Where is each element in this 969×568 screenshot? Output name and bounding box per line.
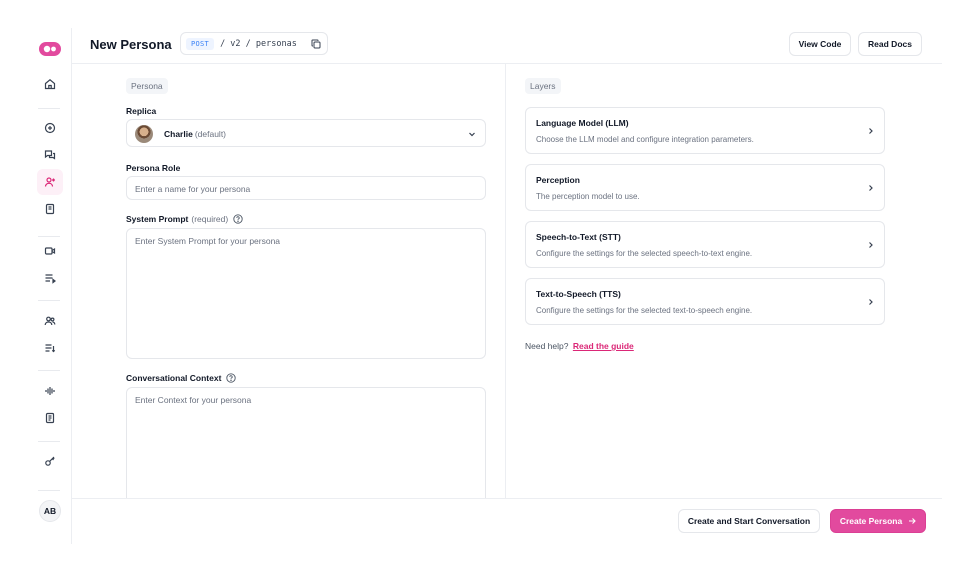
chevron-right-icon [869, 242, 873, 248]
help-circle-icon[interactable] [233, 214, 243, 224]
system-prompt-label-text: System Prompt [126, 214, 189, 224]
sidebar-item-replica-list[interactable] [37, 335, 63, 361]
help-line: Need help? Read the guide [525, 341, 634, 351]
sidebar-item-conversations[interactable] [37, 142, 63, 168]
chevron-right-icon [869, 128, 873, 134]
replica-select[interactable]: Charlie (default) [126, 119, 486, 147]
sidebar-item-documents[interactable] [37, 405, 63, 431]
home-icon [44, 79, 56, 90]
sidebar-divider [38, 441, 60, 442]
layer-card-tts[interactable]: Text-to-Speech (TTS) Configure the setti… [525, 278, 885, 325]
persona-role-label: Persona Role [126, 163, 180, 173]
endpoint-path: / v2 / personas [220, 38, 297, 49]
sidebar-item-create-conversation[interactable] [37, 115, 63, 141]
layer-description: Choose the LLM model and configure integ… [536, 135, 754, 144]
create-and-start-conversation-button[interactable]: Create and Start Conversation [678, 509, 820, 533]
chat-plus-icon [44, 122, 56, 134]
footer-actions: Create and Start Conversation Create Per… [72, 498, 942, 544]
create-persona-button[interactable]: Create Persona [830, 509, 926, 533]
replica-name-text: Charlie [164, 129, 193, 139]
layer-card-llm[interactable]: Language Model (LLM) Choose the LLM mode… [525, 107, 885, 154]
persona-role-placeholder: Enter a name for your persona [135, 184, 251, 194]
conversational-context-label-text: Conversational Context [126, 373, 222, 383]
sidebar-divider [38, 370, 60, 371]
replica-default-note: (default) [194, 129, 227, 139]
replica-label: Replica [126, 106, 156, 116]
persona-role-input[interactable]: Enter a name for your persona [126, 176, 486, 200]
layer-title: Language Model (LLM) [536, 118, 629, 128]
sidebar-item-home[interactable] [37, 71, 63, 97]
chevron-right-icon [869, 185, 873, 191]
replica-name: Charlie (default) [164, 129, 226, 139]
book-icon [45, 203, 55, 215]
replica-label-text: Replica [126, 106, 157, 116]
help-circle-icon[interactable] [226, 373, 237, 383]
sidebar-item-personas[interactable] [37, 169, 63, 195]
layer-card-perception[interactable]: Perception The perception model to use. [525, 164, 885, 211]
conversational-context-textarea[interactable]: Enter Context for your persona [126, 387, 486, 498]
video-icon [44, 247, 56, 255]
users-icon [44, 316, 56, 326]
sidebar-item-videos[interactable] [37, 238, 63, 264]
key-icon [45, 456, 55, 466]
sidebar: AB [28, 28, 72, 544]
api-endpoint: POST / v2 / personas [180, 32, 328, 55]
http-method-badge: POST [186, 37, 215, 50]
replica-avatar [135, 125, 153, 143]
section-label-layers: Layers [525, 78, 561, 94]
layer-title: Speech-to-Text (STT) [536, 232, 621, 242]
user-avatar[interactable]: AB [39, 500, 61, 522]
help-text: Need help? [525, 341, 569, 351]
sidebar-item-library[interactable] [37, 196, 63, 222]
system-prompt-textarea[interactable]: Enter System Prompt for your persona [126, 228, 486, 359]
persona-form-panel: Persona Replica Charlie (default) Persona… [72, 64, 506, 498]
chevron-down-icon [469, 132, 475, 137]
conversational-context-placeholder: Enter Context for your persona [135, 395, 252, 405]
chat-bubbles-icon [44, 150, 56, 160]
chevron-right-icon [869, 299, 873, 305]
copy-icon[interactable] [311, 39, 321, 49]
tavus-logo-icon[interactable] [39, 42, 61, 56]
list-sort-icon [45, 344, 56, 353]
sidebar-divider [38, 300, 60, 301]
user-plus-icon [44, 177, 55, 187]
layer-title: Text-to-Speech (TTS) [536, 289, 621, 299]
system-prompt-label: System Prompt (required) [126, 214, 243, 224]
waveform-icon [45, 387, 55, 395]
layer-description: Configure the settings for the selected … [536, 306, 753, 315]
sidebar-item-api-keys[interactable] [37, 448, 63, 474]
header: New Persona POST / v2 / personas View Co… [72, 28, 942, 64]
layer-description: Configure the settings for the selected … [536, 249, 753, 258]
read-guide-link[interactable]: Read the guide [573, 341, 634, 351]
create-persona-label: Create Persona [839, 516, 903, 526]
layers-panel: Layers Language Model (LLM) Choose the L… [506, 64, 942, 498]
section-label-persona: Persona [126, 78, 168, 94]
sidebar-item-video-list[interactable] [37, 265, 63, 291]
layer-title: Perception [536, 175, 580, 185]
persona-role-label-text: Persona Role [126, 163, 181, 173]
page-title: New Persona [90, 37, 172, 52]
conversational-context-label: Conversational Context [126, 373, 237, 383]
read-docs-button[interactable]: Read Docs [858, 32, 922, 56]
sidebar-divider [38, 490, 60, 491]
sidebar-item-audio[interactable] [37, 378, 63, 404]
sidebar-divider [38, 236, 60, 237]
layer-description: The perception model to use. [536, 192, 640, 201]
document-icon [45, 412, 55, 424]
arrow-right-icon [909, 518, 916, 524]
view-code-button[interactable]: View Code [789, 32, 851, 56]
system-prompt-placeholder: Enter System Prompt for your persona [135, 236, 281, 246]
required-note: (required) [191, 214, 229, 224]
sidebar-item-replicas[interactable] [37, 308, 63, 334]
list-icon [45, 274, 56, 284]
sidebar-divider [38, 108, 60, 109]
layer-card-stt[interactable]: Speech-to-Text (STT) Configure the setti… [525, 221, 885, 268]
